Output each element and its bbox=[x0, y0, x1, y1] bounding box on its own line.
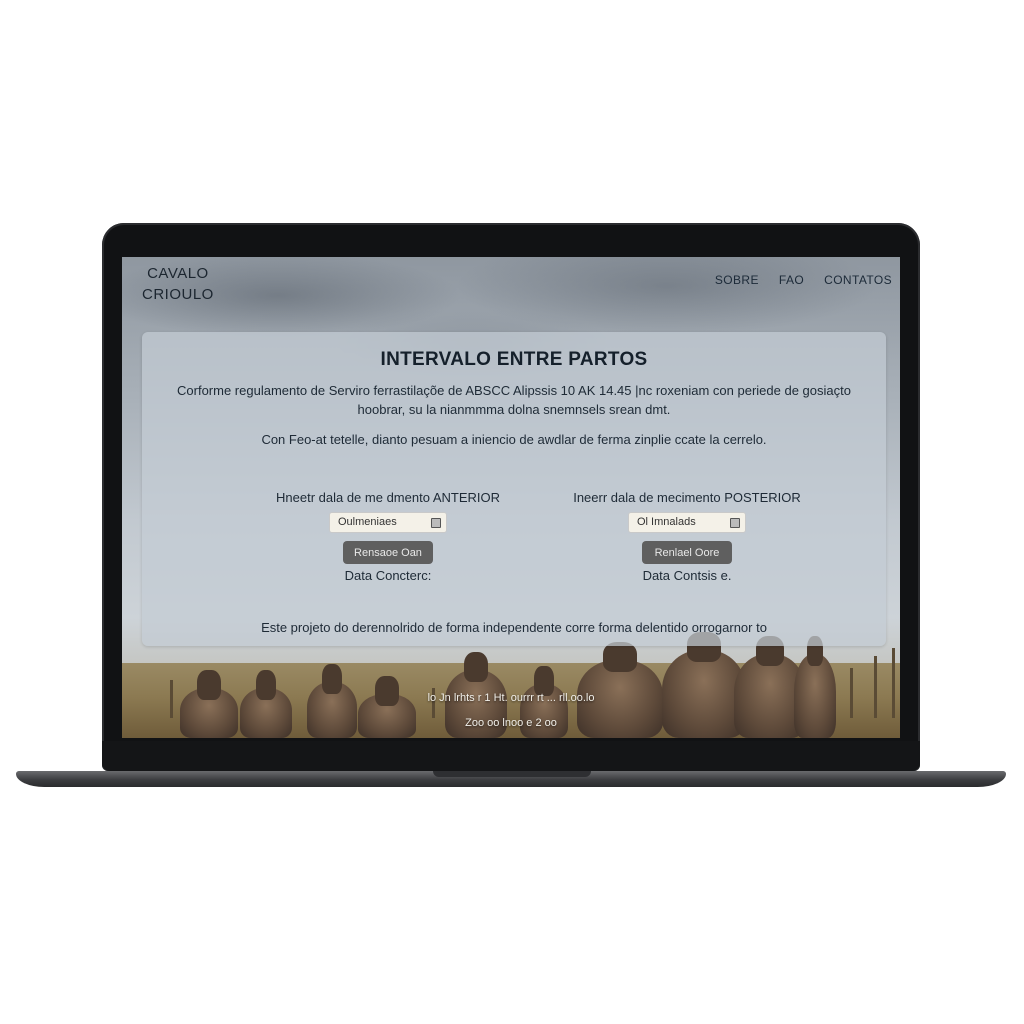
overlay-caption-line2: Zoo oo lnoo e 2 oo bbox=[465, 717, 557, 729]
intro-text: Corforme regulamento de Serviro ferrasti… bbox=[162, 381, 866, 419]
fence-post bbox=[892, 648, 895, 718]
top-nav: SOBRE FAO CONTATOS bbox=[715, 273, 892, 287]
fence-post bbox=[874, 656, 877, 718]
overlay-caption-line1: lo Jn lrhts r 1 Ht. ourrr rt ... rll.oo.… bbox=[427, 692, 595, 704]
intro-line2: hoobrar, su la nianmmma dolna snemnsels … bbox=[357, 402, 671, 417]
nav-link-sobre[interactable]: SOBRE bbox=[715, 273, 759, 287]
next-birth-date-input[interactable]: Ol Imnalads bbox=[628, 512, 746, 533]
previous-calculate-button[interactable]: Rensaoe Oan bbox=[343, 541, 433, 564]
previous-birth-label: Hneetr dala de me dmento ANTERIOR bbox=[276, 490, 500, 505]
next-birth-column: Ineerr dala de mecimento POSTERIOR Ol Im… bbox=[547, 490, 827, 583]
browser-viewport: lo Jn lrhts r 1 Ht. ourrr rt ... rll.oo.… bbox=[122, 257, 900, 738]
site-logo[interactable]: CAVALO CRIOULO bbox=[142, 263, 214, 305]
previous-birth-date-value: Oulmeniaes bbox=[338, 516, 397, 528]
next-birth-label: Ineerr dala de mecimento POSTERIOR bbox=[573, 490, 801, 505]
laptop-notch bbox=[433, 771, 591, 777]
brand-line1: CAVALO bbox=[147, 265, 209, 282]
horse-image bbox=[307, 664, 357, 738]
calendar-icon[interactable] bbox=[431, 518, 441, 528]
next-birth-date-value: Ol Imnalads bbox=[637, 516, 696, 528]
calendar-icon[interactable] bbox=[730, 518, 740, 528]
calculator-card: INTERVALO ENTRE PARTOS Corforme regulame… bbox=[142, 332, 886, 646]
footer-text: Este projeto do derennolrido de forma in… bbox=[261, 620, 767, 635]
laptop-chin bbox=[102, 741, 920, 771]
nav-link-fao[interactable]: FAO bbox=[779, 273, 804, 287]
previous-birth-date-input[interactable]: Oulmeniaes bbox=[329, 512, 447, 533]
help-text: Con Feo-at tetelle, dianto pesuam a inie… bbox=[261, 432, 767, 447]
page-title: INTERVALO ENTRE PARTOS bbox=[380, 349, 648, 370]
next-calculate-button[interactable]: Renlael Oore bbox=[642, 541, 732, 564]
next-result-text: Data Contsis e. bbox=[642, 568, 732, 583]
brand-line2: CRIOULO bbox=[142, 286, 214, 303]
previous-result-text: Data Concterc: bbox=[344, 568, 432, 583]
intro-line1: Corforme regulamento de Serviro ferrasti… bbox=[177, 383, 851, 398]
nav-link-contatos[interactable]: CONTATOS bbox=[824, 273, 892, 287]
previous-birth-column: Hneetr dala de me dmento ANTERIOR Oulmen… bbox=[248, 490, 528, 583]
